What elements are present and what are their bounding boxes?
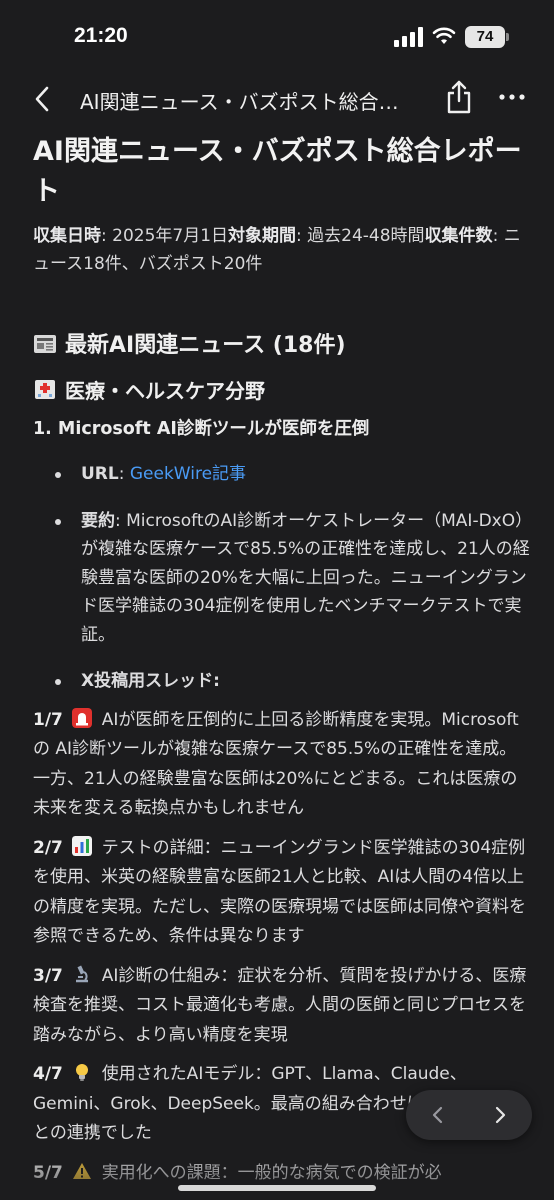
post-number: 5/7 (33, 1162, 63, 1183)
list-item-thread: X投稿用スレッド: (33, 667, 533, 696)
thread-post: 2/7 テストの詳細：ニューイングランド医学雑誌の304症例を使用、米英の経験豊… (33, 834, 533, 952)
thread-post: 5/7 実用化への課題：一般的な病気での検証が必 (33, 1159, 533, 1189)
newspaper-icon (34, 335, 56, 353)
previous-page-icon[interactable] (406, 1090, 469, 1140)
report-meta: 収集日時: 2025年7月1日対象期間: 過去24-48時間収集件数: ニュース… (33, 222, 533, 278)
warning-icon (73, 1162, 92, 1179)
thread-post: 1/7 AIが医師を圧倒的に上回る診断精度を実現。Microsoftの AI診断… (33, 706, 533, 824)
post-text: AIが医師を圧倒的に上回る診断精度を実現。Microsoftの AI診断ツールが… (33, 709, 519, 819)
list-item-summary: 要約: MicrosoftのAI診断オーケストレーター（MAI-DxO）が複雑な… (33, 507, 533, 650)
post-text: AI診断の仕組み：症状を分析、質問を投げかける、医療検査を推奨、コスト最適化も考… (33, 965, 527, 1045)
meta-collected-value: : 2025年7月1日 (101, 226, 229, 246)
light-bulb-icon (76, 1064, 89, 1081)
rotating-light-icon (72, 707, 93, 728)
url-label: URL (81, 464, 119, 484)
summary-label: 要約 (81, 510, 115, 531)
medical-section-heading: 医療・ヘルスケア分野 (33, 376, 533, 406)
meta-collected-label: 収集日時 (33, 226, 101, 246)
bar-chart-icon (72, 835, 93, 856)
geekwire-link[interactable]: GeekWire記事 (130, 464, 246, 484)
news-item-title: 1. Microsoft AI診断ツールが医師を圧倒 (33, 419, 370, 439)
home-indicator[interactable] (178, 1185, 376, 1191)
post-text: テストの詳細：ニューイングランド医学雑誌の304症例を使用、米英の経験豊富な医師… (33, 837, 526, 947)
meta-period-value: : 過去24-48時間 (296, 226, 425, 246)
list-item-url: URL: GeekWire記事 (33, 460, 533, 489)
document-content: AI関連ニュース・バズポスト総合レポート 収集日時: 2025年7月1日対象期間… (33, 128, 533, 1198)
cellular-signal-icon (394, 27, 423, 47)
medical-heading-text: 医療・ヘルスケア分野 (65, 379, 265, 403)
back-chevron-icon[interactable] (28, 82, 58, 116)
status-time: 21:20 (74, 24, 128, 47)
news-section-heading: 最新AI関連ニュース (18件) (33, 330, 533, 362)
url-separator: : (118, 464, 130, 484)
share-icon[interactable] (444, 78, 474, 116)
thread-suffix: : (213, 671, 220, 691)
nav-bar: AI関連ニュース・バズポスト総合… (0, 72, 554, 128)
news-item-details: URL: GeekWire記事 要約: MicrosoftのAI診断オーケストレ… (33, 460, 533, 696)
status-bar: 21:20 74 (0, 0, 554, 72)
page-title: AI関連ニュース・バズポスト総合レポート (33, 136, 522, 207)
page-navigator (406, 1090, 532, 1140)
post-number: 3/7 (33, 965, 63, 986)
wifi-icon (432, 27, 456, 44)
thread-post: 3/7 AI診断の仕組み：症状を分析、質問を投げかける、医療検査を推奨、コスト最… (33, 962, 533, 1051)
summary-text: : MicrosoftのAI診断オーケストレーター（MAI-DxO）が複雑な医療… (81, 510, 533, 645)
hospital-icon (35, 380, 55, 399)
meta-period-label: 対象期間 (228, 226, 297, 246)
microscope-icon (76, 965, 89, 982)
more-options-icon[interactable] (498, 82, 526, 112)
battery-cap (506, 33, 509, 41)
nav-title: AI関連ニュース・バズポスト総合… (80, 90, 399, 114)
post-text: 実用化への課題：一般的な病気での検証が必 (101, 1162, 442, 1183)
next-page-icon[interactable] (469, 1090, 532, 1140)
thread-label: X投稿用スレッド (81, 671, 214, 691)
post-number: 1/7 (33, 709, 63, 730)
post-number: 2/7 (33, 837, 63, 858)
battery-indicator: 74 (465, 26, 505, 48)
news-heading-text: 最新AI関連ニュース (18件) (65, 333, 346, 358)
post-number: 4/7 (33, 1064, 63, 1084)
meta-count-label: 収集件数 (424, 226, 493, 246)
